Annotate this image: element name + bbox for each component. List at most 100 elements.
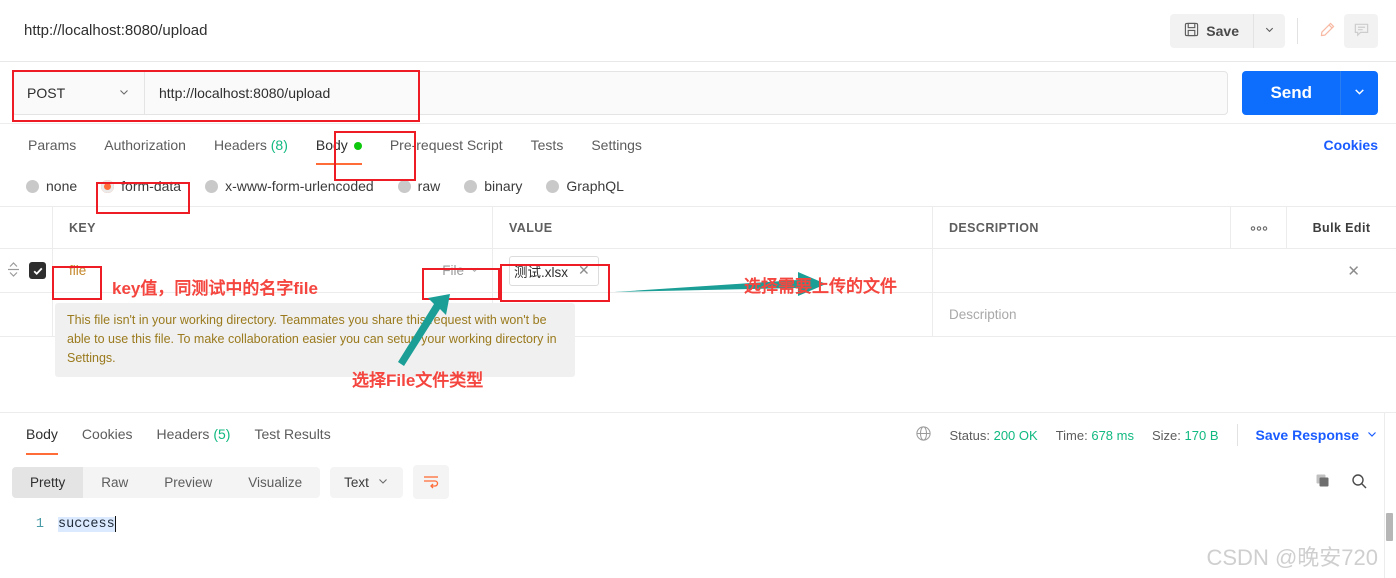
row-key-cell[interactable]: file File: [52, 249, 492, 292]
table-header-row: KEY VALUE DESCRIPTION Bulk Edit: [0, 207, 1396, 249]
search-icon[interactable]: [1350, 472, 1368, 493]
view-mode-pretty[interactable]: Pretty: [12, 466, 84, 498]
tab-pre-request-script[interactable]: Pre-request Script: [376, 126, 517, 165]
response-scrollbar[interactable]: [1384, 412, 1396, 578]
selected-file-chip[interactable]: 测试.xlsx ✕: [509, 255, 599, 286]
send-button[interactable]: Send: [1242, 70, 1340, 115]
delete-row-button[interactable]: ✕: [1347, 262, 1360, 280]
method-url-group: POST http://localhost:8080/upload: [12, 70, 1229, 115]
word-wrap-button[interactable]: [412, 465, 449, 499]
body-type-binary[interactable]: binary: [452, 173, 534, 199]
tab-label: Cookies: [81, 426, 133, 442]
tab-params[interactable]: Params: [14, 126, 90, 165]
word-wrap-icon: [422, 473, 440, 492]
watermark: CSDN @晚安720: [1206, 545, 1379, 570]
response-body-code[interactable]: 1 success: [0, 507, 1396, 535]
headers-count: (8): [270, 136, 288, 153]
chevron-down-icon: [1366, 427, 1378, 443]
response-view-mode-group: Pretty Raw Preview Visualize: [12, 466, 321, 498]
top-bar-actions: Save: [1170, 13, 1378, 48]
comment-request-button[interactable]: [1344, 13, 1378, 48]
response-header: Body Cookies Headers (5) Test Results St…: [0, 413, 1396, 457]
radio-icon: [205, 179, 219, 193]
http-method-select[interactable]: POST: [13, 71, 145, 114]
close-icon[interactable]: ✕: [578, 262, 590, 279]
tab-authorization[interactable]: Authorization: [90, 126, 200, 165]
column-header-key: KEY: [52, 207, 492, 248]
row-type-label: File: [442, 263, 464, 278]
tab-label: Params: [28, 136, 77, 153]
tab-tests[interactable]: Tests: [517, 126, 578, 165]
send-options-button[interactable]: [1340, 70, 1378, 115]
body-type-label: raw: [417, 178, 441, 194]
response-meta: Status: 200 OK Time: 678 ms Size: 170 B …: [915, 424, 1379, 446]
save-button[interactable]: Save: [1170, 13, 1253, 48]
body-type-x-www-form-urlencoded[interactable]: x-www-form-urlencoded: [193, 173, 386, 199]
save-response-button[interactable]: Save Response: [1256, 427, 1379, 443]
edit-request-button[interactable]: [1310, 13, 1344, 48]
response-tab-body[interactable]: Body: [14, 415, 70, 455]
view-mode-preview[interactable]: Preview: [146, 467, 230, 498]
url-input[interactable]: http://localhost:8080/upload: [145, 72, 1227, 114]
row-enabled-checkbox[interactable]: [29, 262, 46, 279]
body-type-options: none form-data x-www-form-urlencoded raw…: [0, 166, 1396, 206]
row-description-cell[interactable]: Description: [932, 293, 1396, 336]
top-bar: http://localhost:8080/upload Save: [0, 0, 1396, 62]
globe-icon: [915, 425, 932, 445]
copy-icon[interactable]: [1314, 472, 1332, 493]
pencil-icon: [1319, 21, 1336, 41]
response-tab-cookies[interactable]: Cookies: [70, 415, 145, 455]
row-key-value: file: [69, 263, 87, 278]
tab-label: Settings: [591, 136, 642, 153]
response-tab-list: Body Cookies Headers (5) Test Results: [14, 415, 915, 455]
response-body-actions: [1314, 472, 1378, 493]
body-type-form-data[interactable]: form-data: [89, 173, 193, 199]
tab-headers[interactable]: Headers (8): [200, 126, 302, 165]
row-type-select[interactable]: File: [442, 263, 480, 278]
chevron-down-icon: [469, 263, 480, 278]
response-format-select[interactable]: Text: [330, 466, 403, 498]
body-type-raw[interactable]: raw: [386, 173, 453, 199]
row-controls: [0, 261, 52, 281]
divider: [1297, 17, 1298, 44]
body-type-graphql[interactable]: GraphQL: [534, 173, 636, 199]
tab-label: Test Results: [254, 426, 331, 442]
response-tab-test-results[interactable]: Test Results: [242, 415, 342, 455]
working-directory-tooltip: This file isn't in your working director…: [55, 303, 575, 378]
tab-label: Headers: [213, 136, 267, 153]
drag-handle-icon[interactable]: [6, 261, 21, 281]
view-mode-raw[interactable]: Raw: [83, 467, 146, 498]
row-value-cell[interactable]: 测试.xlsx ✕: [492, 249, 932, 292]
tab-label: Body: [315, 136, 348, 153]
line-number: 1: [35, 516, 44, 532]
response-headers-count: (5): [213, 426, 231, 442]
more-options-icon: [1249, 221, 1269, 235]
bulk-edit-button[interactable]: Bulk Edit: [1286, 207, 1396, 248]
radio-icon: [464, 179, 478, 193]
view-mode-visualize[interactable]: Visualize: [230, 467, 320, 498]
response-format-value: Text: [344, 474, 369, 490]
row-description-cell[interactable]: ✕: [932, 249, 1396, 292]
body-type-none[interactable]: none: [14, 173, 89, 199]
time-text: Time: 678 ms: [1056, 428, 1134, 443]
chevron-down-icon: [377, 475, 389, 490]
response-toolbar: Pretty Raw Preview Visualize Text: [0, 457, 1396, 507]
tab-settings[interactable]: Settings: [577, 126, 656, 165]
time-value: 678 ms: [1091, 427, 1134, 443]
code-line: 1 success: [0, 513, 1396, 535]
table-more-options-button[interactable]: [1230, 207, 1286, 248]
selected-file-name: 测试.xlsx: [514, 264, 568, 280]
tab-label: Body: [26, 426, 58, 442]
tab-body[interactable]: Body: [302, 126, 376, 165]
tab-label: Pre-request Script: [389, 136, 503, 153]
save-options-button[interactable]: [1253, 13, 1285, 48]
cookies-link[interactable]: Cookies: [1324, 137, 1378, 153]
body-type-label: form-data: [121, 178, 182, 194]
request-tab-list: Params Authorization Headers (8) Body Pr…: [14, 126, 1324, 165]
chevron-down-icon: [1353, 85, 1366, 101]
scrollbar-thumb[interactable]: [1386, 513, 1393, 541]
body-type-label: binary: [484, 178, 523, 194]
body-type-label: none: [46, 178, 78, 194]
response-tab-headers[interactable]: Headers (5): [145, 415, 243, 455]
radio-selected-icon: [101, 179, 115, 193]
